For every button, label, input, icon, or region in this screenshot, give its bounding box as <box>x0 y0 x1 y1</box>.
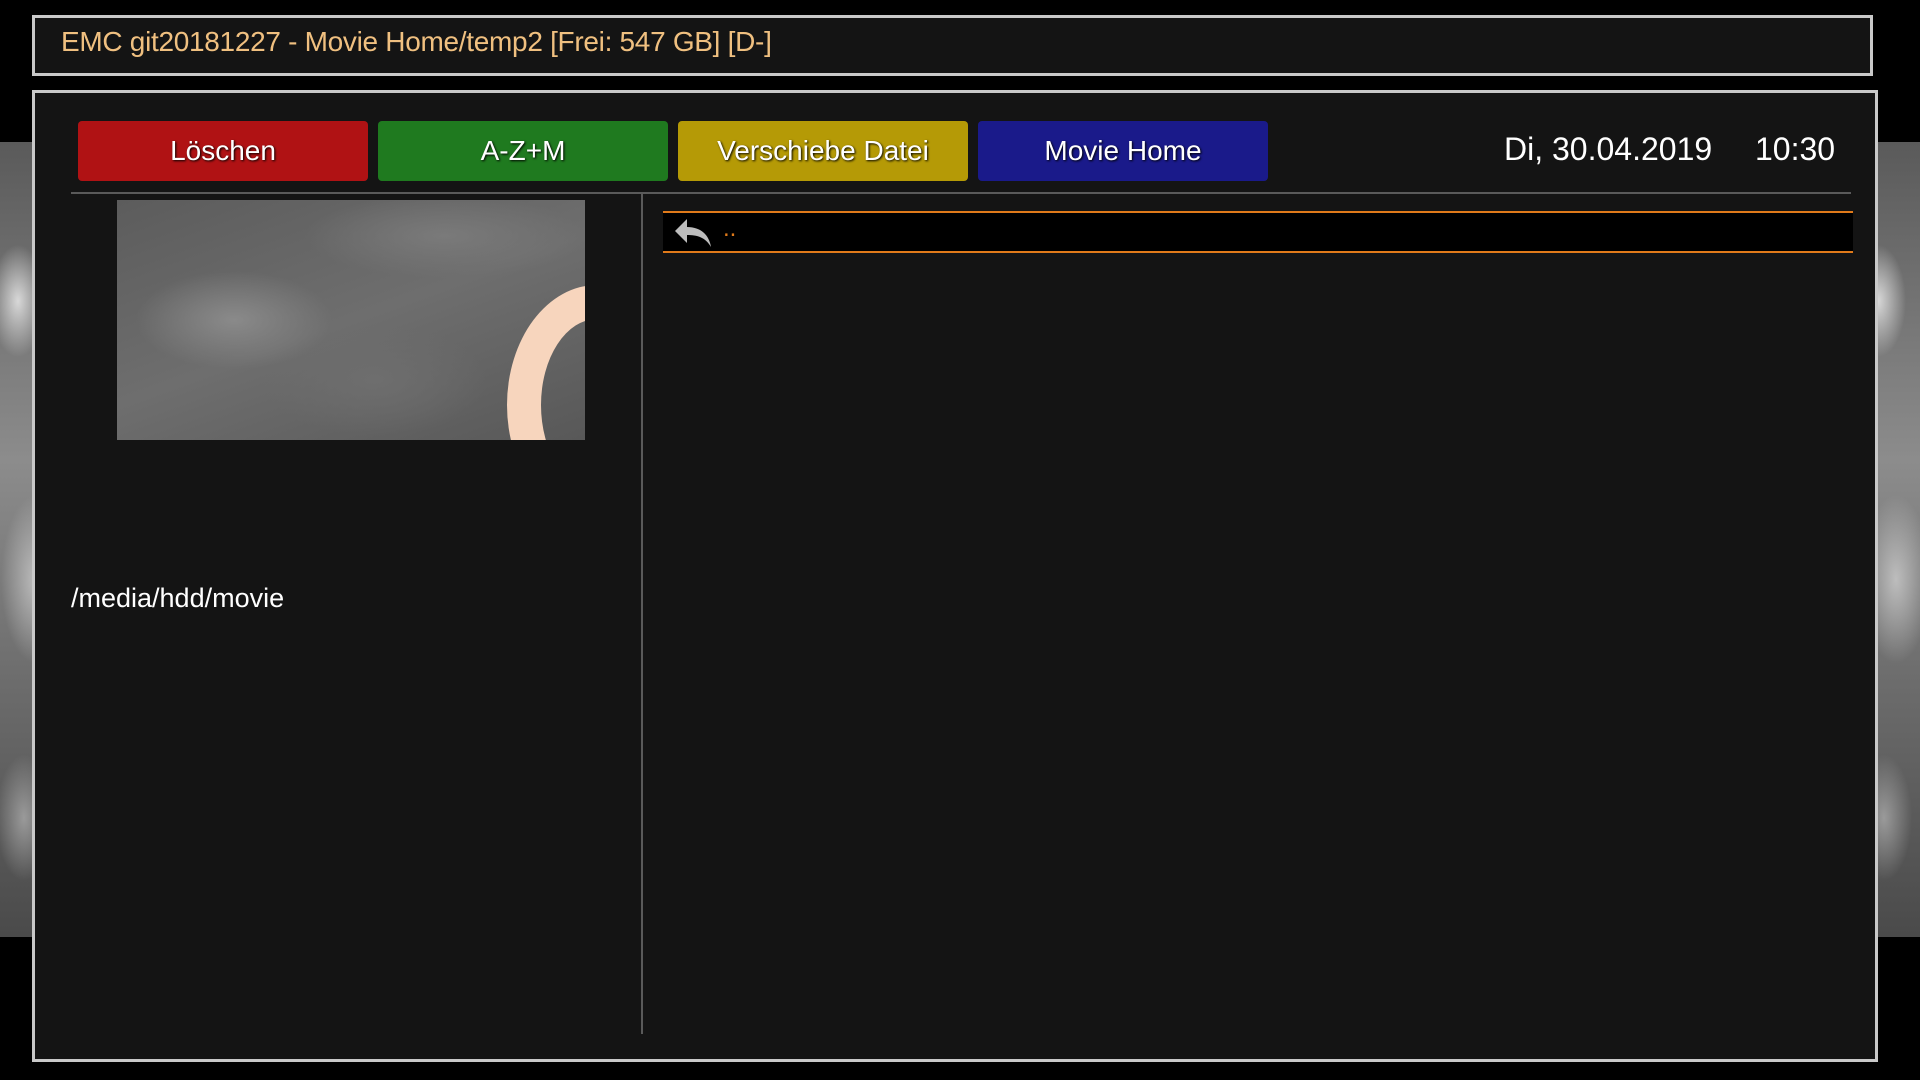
back-arrow-icon <box>673 217 715 249</box>
list-item-selected[interactable]: .. <box>663 211 1853 253</box>
sort-button[interactable]: A-Z+M <box>378 121 668 181</box>
movie-home-button[interactable]: Movie Home <box>978 121 1268 181</box>
move-file-button[interactable]: Verschiebe Datei <box>678 121 968 181</box>
title-bar: EMC git20181227 - Movie Home/temp2 [Frei… <box>32 15 1873 76</box>
main-panel: Löschen A-Z+M Verschiebe Datei Movie Hom… <box>32 90 1878 1062</box>
preview-image <box>117 200 585 440</box>
time-display: 10:30 <box>1755 131 1836 167</box>
date-display: Di, 30.04.2019 <box>1504 131 1713 167</box>
path-label: /media/hdd/movie <box>71 583 285 613</box>
screen: EMC git20181227 - Movie Home/temp2 [Frei… <box>0 0 1920 1080</box>
panel-divider <box>641 194 643 1034</box>
preview-arc-shape <box>507 285 585 440</box>
delete-button[interactable]: Löschen <box>78 121 368 181</box>
title-text: EMC git20181227 - Movie Home/temp2 [Frei… <box>61 26 772 57</box>
header-divider <box>71 192 1851 194</box>
list-item-label: .. <box>723 215 737 242</box>
